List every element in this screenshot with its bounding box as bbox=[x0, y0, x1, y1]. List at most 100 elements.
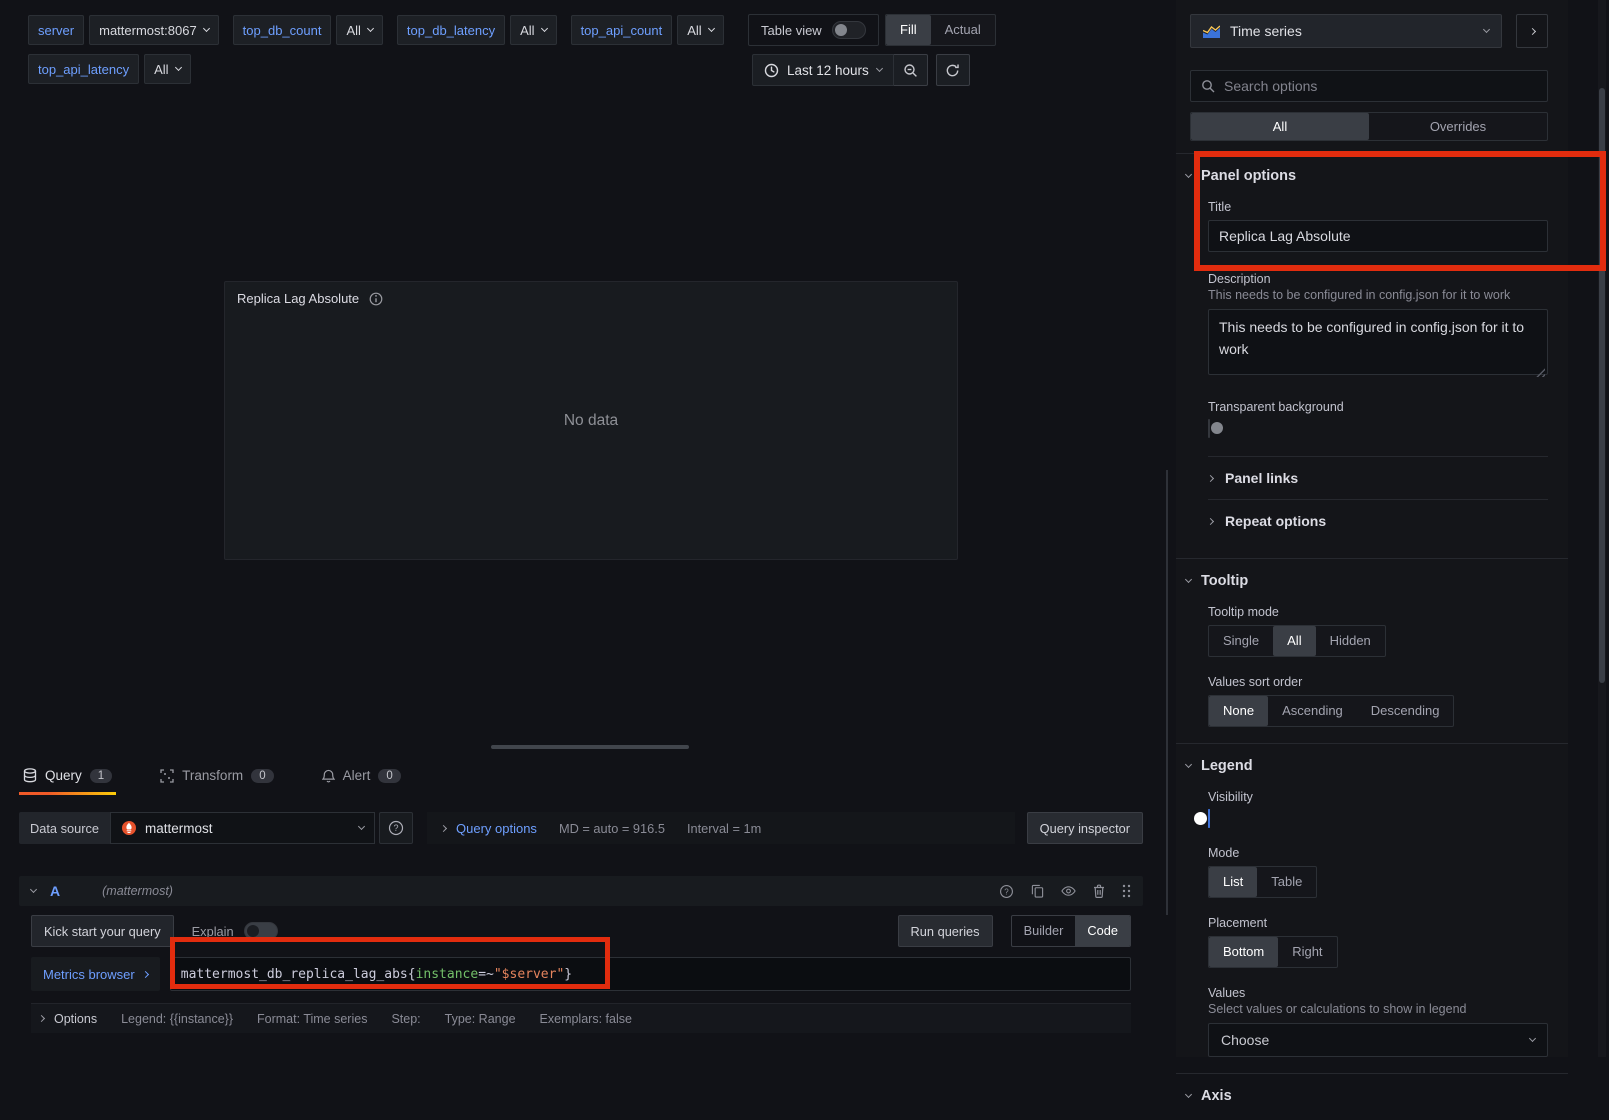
chevron-down-icon bbox=[708, 25, 715, 32]
datasource-row: Data source mattermost ? Query options M… bbox=[19, 812, 1143, 844]
sidebar-resize-splitter[interactable] bbox=[1166, 470, 1168, 915]
database-icon bbox=[23, 768, 37, 783]
chevron-down-icon bbox=[1185, 1091, 1192, 1098]
eye-icon[interactable] bbox=[1061, 885, 1076, 897]
legend-mode-list[interactable]: List bbox=[1209, 867, 1257, 897]
variable-top-db-latency-value[interactable]: All bbox=[510, 15, 556, 45]
chevron-down-icon bbox=[1185, 761, 1192, 768]
panel-links-toggle[interactable]: Panel links bbox=[1208, 457, 1548, 499]
query-row-header[interactable]: A (mattermost) ? bbox=[19, 876, 1143, 906]
chevron-down-icon bbox=[1529, 1035, 1536, 1042]
chevron-right-icon bbox=[440, 824, 447, 831]
placement-bottom[interactable]: Bottom bbox=[1209, 937, 1278, 967]
variable-top-db-count: top_db_count All bbox=[233, 15, 383, 45]
variables-row-2: top_api_latency All bbox=[28, 54, 191, 84]
filter-tab-all[interactable]: All bbox=[1191, 113, 1369, 140]
tooltip-heading[interactable]: Tooltip bbox=[1186, 573, 1548, 589]
time-range-picker[interactable]: Last 12 hours bbox=[752, 54, 894, 86]
table-view-toggle-group: Table view bbox=[748, 14, 879, 46]
tooltip-mode-all[interactable]: All bbox=[1273, 626, 1315, 656]
refresh-button[interactable] bbox=[936, 54, 970, 86]
time-controls: Last 12 hours bbox=[752, 54, 970, 86]
tab-alert-count: 0 bbox=[378, 769, 400, 783]
chevron-down-icon bbox=[358, 823, 365, 830]
tooltip-mode-label: Tooltip mode bbox=[1208, 605, 1548, 619]
variable-top-api-count-label: top_api_count bbox=[571, 15, 673, 45]
code-option[interactable]: Code bbox=[1075, 916, 1130, 946]
tooltip-mode-hidden[interactable]: Hidden bbox=[1316, 626, 1385, 656]
copy-icon[interactable] bbox=[1031, 884, 1044, 898]
axis-heading[interactable]: Axis bbox=[1186, 1088, 1548, 1104]
filter-tab-overrides[interactable]: Overrides bbox=[1369, 113, 1547, 140]
table-view-label: Table view bbox=[761, 23, 822, 38]
placement-right[interactable]: Right bbox=[1278, 937, 1336, 967]
query-options-toggle[interactable]: Query options bbox=[441, 821, 537, 836]
no-data-message: No data bbox=[564, 412, 618, 430]
variable-top-api-latency-value[interactable]: All bbox=[144, 54, 190, 84]
description-hint: This needs to be configured in config.js… bbox=[1208, 288, 1548, 302]
tab-transform-count: 0 bbox=[251, 769, 273, 783]
help-icon[interactable]: ? bbox=[999, 884, 1014, 899]
transform-icon bbox=[160, 769, 174, 783]
trash-icon[interactable] bbox=[1093, 884, 1105, 898]
query-options-row: Options Legend: {{instance}} Format: Tim… bbox=[31, 1003, 1131, 1033]
transparent-background-toggle[interactable] bbox=[1208, 419, 1210, 438]
query-inspector-button[interactable]: Query inspector bbox=[1027, 812, 1143, 844]
chevron-down-icon bbox=[30, 886, 37, 893]
zoom-out-icon bbox=[903, 63, 918, 78]
repeat-options-toggle[interactable]: Repeat options bbox=[1208, 500, 1548, 542]
option-format: Format: Time series bbox=[257, 1012, 367, 1026]
annotation-rect-panel-title bbox=[1194, 151, 1606, 271]
search-icon bbox=[1201, 79, 1215, 93]
kick-start-query-button[interactable]: Kick start your query bbox=[31, 915, 174, 947]
legend-mode-table[interactable]: Table bbox=[1257, 867, 1316, 897]
actual-option[interactable]: Actual bbox=[931, 15, 995, 45]
editor-tabs: Query 1 Transform 0 Alert 0 bbox=[19, 766, 405, 795]
legend-placement-group: Bottom Right bbox=[1208, 936, 1338, 968]
fill-option[interactable]: Fill bbox=[886, 15, 931, 45]
query-options-bar: Query options MD = auto = 916.5 Interval… bbox=[427, 812, 1015, 844]
chevron-down-icon bbox=[174, 64, 181, 71]
variable-top-db-count-label: top_db_count bbox=[233, 15, 332, 45]
run-queries-button[interactable]: Run queries bbox=[898, 915, 993, 947]
variable-top-db-count-value[interactable]: All bbox=[336, 15, 382, 45]
variable-top-db-latency: top_db_latency All bbox=[397, 15, 557, 45]
panel-header[interactable]: Replica Lag Absolute bbox=[225, 282, 957, 315]
drag-handle-icon[interactable] bbox=[1122, 884, 1131, 898]
pane-resize-handle[interactable] bbox=[491, 745, 689, 749]
variable-top-api-count-value[interactable]: All bbox=[677, 15, 723, 45]
collapse-options-button[interactable] bbox=[1516, 14, 1548, 48]
variable-top-api-latency: top_api_latency All bbox=[28, 54, 191, 84]
tab-alert[interactable]: Alert 0 bbox=[318, 766, 405, 795]
fill-actual-group: Fill Actual bbox=[885, 14, 996, 46]
datasource-help-button[interactable]: ? bbox=[379, 812, 413, 844]
legend-mode-group: List Table bbox=[1208, 866, 1317, 898]
values-sort-order-group: None Ascending Descending bbox=[1208, 695, 1454, 727]
values-sort-order-label: Values sort order bbox=[1208, 675, 1548, 689]
visualization-picker[interactable]: Time series bbox=[1190, 14, 1502, 48]
sort-ascending[interactable]: Ascending bbox=[1268, 696, 1357, 726]
time-series-icon bbox=[1203, 25, 1220, 38]
options-toggle[interactable]: Options bbox=[39, 1012, 97, 1026]
zoom-out-button[interactable] bbox=[894, 54, 928, 86]
search-options-input[interactable] bbox=[1224, 78, 1537, 94]
table-view-toggle[interactable] bbox=[832, 21, 866, 39]
tab-query[interactable]: Query 1 bbox=[19, 766, 116, 795]
legend-heading[interactable]: Legend bbox=[1186, 758, 1548, 774]
search-options-box[interactable] bbox=[1190, 70, 1548, 102]
legend-visibility-toggle[interactable] bbox=[1208, 809, 1210, 828]
option-exemplars: Exemplars: false bbox=[540, 1012, 632, 1026]
tab-query-count: 1 bbox=[90, 769, 112, 783]
description-textarea[interactable]: This needs to be configured in config.js… bbox=[1208, 309, 1548, 375]
sort-descending[interactable]: Descending bbox=[1357, 696, 1454, 726]
legend-values-select[interactable]: Choose bbox=[1208, 1023, 1548, 1057]
tab-transform[interactable]: Transform 0 bbox=[156, 766, 277, 795]
metrics-browser-toggle[interactable]: Metrics browser bbox=[31, 957, 160, 991]
datasource-picker[interactable]: mattermost bbox=[110, 812, 375, 844]
tooltip-mode-single[interactable]: Single bbox=[1209, 626, 1273, 656]
sort-none[interactable]: None bbox=[1209, 696, 1268, 726]
variable-server-value[interactable]: mattermost:8067 bbox=[89, 15, 219, 45]
option-step: Step: bbox=[391, 1012, 420, 1026]
builder-option[interactable]: Builder bbox=[1012, 916, 1076, 946]
question-circle-icon: ? bbox=[388, 820, 404, 836]
